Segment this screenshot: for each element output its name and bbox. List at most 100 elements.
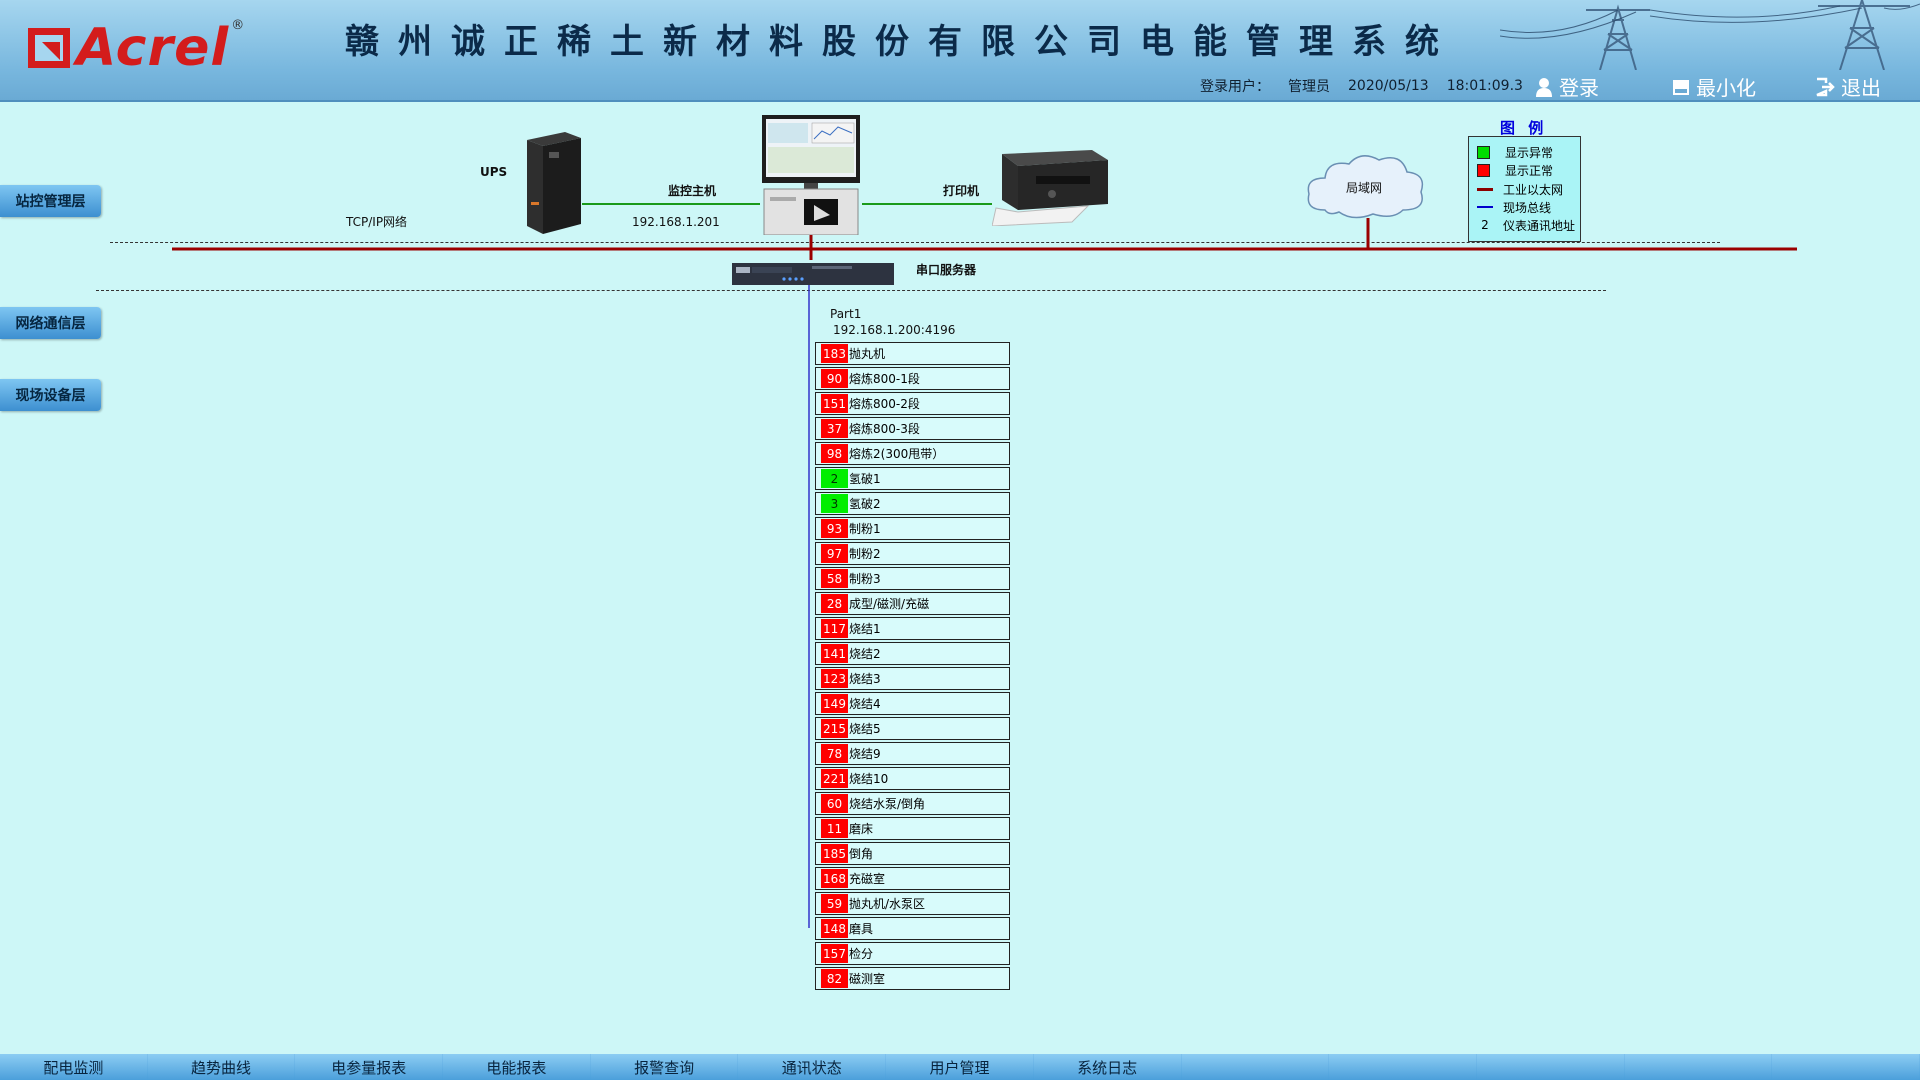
- nav-tab-empty: [1329, 1054, 1476, 1080]
- device-address-badge: 123: [821, 669, 848, 688]
- nav-tab[interactable]: 通讯状态: [738, 1054, 886, 1080]
- nav-tab[interactable]: 系统日志: [1033, 1054, 1181, 1080]
- device-name: 熔炼800-2段: [849, 397, 920, 411]
- legend-label: 工业以太网: [1503, 182, 1564, 197]
- device-address-badge: 185: [821, 844, 848, 863]
- device-row[interactable]: 98 熔炼2(300甩带）: [815, 442, 1010, 465]
- device-name: 熔炼800-1段: [849, 372, 920, 386]
- ups-label: UPS: [480, 165, 508, 179]
- device-name: 烧结1: [849, 622, 881, 636]
- device-name: 氢破1: [849, 472, 881, 486]
- address-symbol: 2: [1481, 218, 1489, 232]
- device-address-badge: 148: [821, 919, 848, 938]
- nav-tab-empty: [1476, 1054, 1624, 1080]
- device-address-badge: 93: [821, 519, 848, 538]
- device-address-badge: 58: [821, 569, 848, 588]
- device-name: 磨床: [849, 822, 874, 836]
- device-address-badge: 215: [821, 719, 848, 738]
- legend-panel: 显示异常 显示正常 工业以太网 现场总线 2 仪表通讯地址: [1468, 136, 1581, 242]
- device-address-badge: 90: [821, 369, 848, 388]
- device-row[interactable]: 93 制粉1: [815, 517, 1010, 540]
- device-row[interactable]: 215 烧结5: [815, 717, 1010, 740]
- device-list: 183 抛丸机 90 熔炼800-1段 151 熔炼800-2段 37 熔炼800-3段 98 熔…: [815, 342, 1010, 992]
- printer-icon[interactable]: [992, 150, 1112, 226]
- device-name: 烧结4: [849, 697, 881, 711]
- device-address-badge: 149: [821, 694, 848, 713]
- nav-tab-empty: [1181, 1054, 1329, 1080]
- lan-label: 局域网: [1346, 181, 1383, 195]
- device-row[interactable]: 90 熔炼800-1段: [815, 367, 1010, 390]
- device-row[interactable]: 151 熔炼800-2段: [815, 392, 1010, 415]
- device-row[interactable]: 157 检分: [815, 942, 1010, 965]
- nav-tab[interactable]: 电能报表: [443, 1054, 590, 1080]
- legend-item-ethernet: 工业以太网: [1477, 180, 1563, 198]
- device-address-badge: 151: [821, 394, 848, 413]
- nav-tab[interactable]: 配电监测: [0, 1054, 147, 1080]
- legend-label: 显示异常: [1505, 145, 1554, 160]
- device-name: 熔炼800-3段: [849, 422, 920, 436]
- device-name: 氢破2: [849, 497, 881, 511]
- nav-tab-empty: [1772, 1054, 1919, 1080]
- device-row[interactable]: 3 氢破2: [815, 492, 1010, 515]
- device-row[interactable]: 183 抛丸机: [815, 342, 1010, 365]
- nav-tab[interactable]: 用户管理: [886, 1054, 1033, 1080]
- device-row[interactable]: 11 磨床: [815, 817, 1010, 840]
- device-row[interactable]: 37 熔炼800-3段: [815, 417, 1010, 440]
- device-row[interactable]: 28 成型/磁测/充磁: [815, 592, 1010, 615]
- legend-label: 显示正常: [1505, 163, 1554, 178]
- device-row[interactable]: 117 烧结1: [815, 617, 1010, 640]
- legend-label: 现场总线: [1503, 200, 1552, 215]
- device-row[interactable]: 185 倒角: [815, 842, 1010, 865]
- device-name: 抛丸机/水泵区: [849, 897, 926, 911]
- legend-label: 仪表通讯地址: [1503, 218, 1576, 233]
- device-row[interactable]: 148 磨具: [815, 917, 1010, 940]
- device-name: 烧结10: [849, 772, 889, 786]
- device-name: 烧结3: [849, 672, 881, 686]
- ups-icon: [527, 132, 581, 234]
- host-ip: 192.168.1.201: [632, 215, 720, 229]
- device-row[interactable]: 168 充磁室: [815, 867, 1010, 890]
- monitor-host-icon[interactable]: [760, 115, 862, 235]
- device-address-badge: 98: [821, 444, 848, 463]
- device-address-badge: 37: [821, 419, 848, 438]
- device-name: 制粉1: [849, 522, 881, 536]
- serial-server-icon[interactable]: [732, 261, 894, 287]
- device-row[interactable]: 78 烧结9: [815, 742, 1010, 765]
- host-label: 监控主机: [668, 184, 717, 198]
- device-name: 制粉3: [849, 572, 881, 586]
- port-address: 192.168.1.200:4196: [833, 323, 956, 337]
- device-name: 烧结水泵/倒角: [849, 797, 926, 811]
- device-row[interactable]: 2 氢破1: [815, 467, 1010, 490]
- legend-item-address: 2 仪表通讯地址: [1477, 216, 1575, 234]
- device-name: 烧结2: [849, 647, 881, 661]
- nav-tab[interactable]: 趋势曲线: [147, 1054, 295, 1080]
- nav-tab-empty: [1624, 1054, 1772, 1080]
- device-name: 倒角: [849, 847, 874, 861]
- device-row[interactable]: 141 烧结2: [815, 642, 1010, 665]
- device-address-badge: 168: [821, 869, 848, 888]
- device-row[interactable]: 59 抛丸机/水泵区: [815, 892, 1010, 915]
- device-row[interactable]: 82 磁测室: [815, 967, 1010, 990]
- device-row[interactable]: 149 烧结4: [815, 692, 1010, 715]
- nav-tab[interactable]: 报警查询: [590, 1054, 738, 1080]
- tcpip-label: TCP/IP网络: [346, 215, 408, 229]
- device-name: 磁测室: [849, 972, 886, 986]
- device-address-badge: 141: [821, 644, 848, 663]
- serial-server-label: 串口服务器: [916, 263, 977, 277]
- device-name: 检分: [849, 947, 874, 961]
- device-row[interactable]: 123 烧结3: [815, 667, 1010, 690]
- device-name: 烧结5: [849, 722, 881, 736]
- device-row[interactable]: 58 制粉3: [815, 567, 1010, 590]
- device-row[interactable]: 60 烧结水泵/倒角: [815, 792, 1010, 815]
- device-address-badge: 2: [821, 469, 848, 488]
- device-address-badge: 3: [821, 494, 848, 513]
- fieldbus-line-icon: [1477, 206, 1493, 208]
- device-address-badge: 221: [821, 769, 848, 788]
- legend-item-fieldbus: 现场总线: [1477, 198, 1551, 216]
- device-name: 抛丸机: [849, 347, 886, 361]
- device-name: 磨具: [849, 922, 874, 936]
- device-address-badge: 97: [821, 544, 848, 563]
- device-row[interactable]: 221 烧结10: [815, 767, 1010, 790]
- device-row[interactable]: 97 制粉2: [815, 542, 1010, 565]
- nav-tab[interactable]: 电参量报表: [295, 1054, 443, 1080]
